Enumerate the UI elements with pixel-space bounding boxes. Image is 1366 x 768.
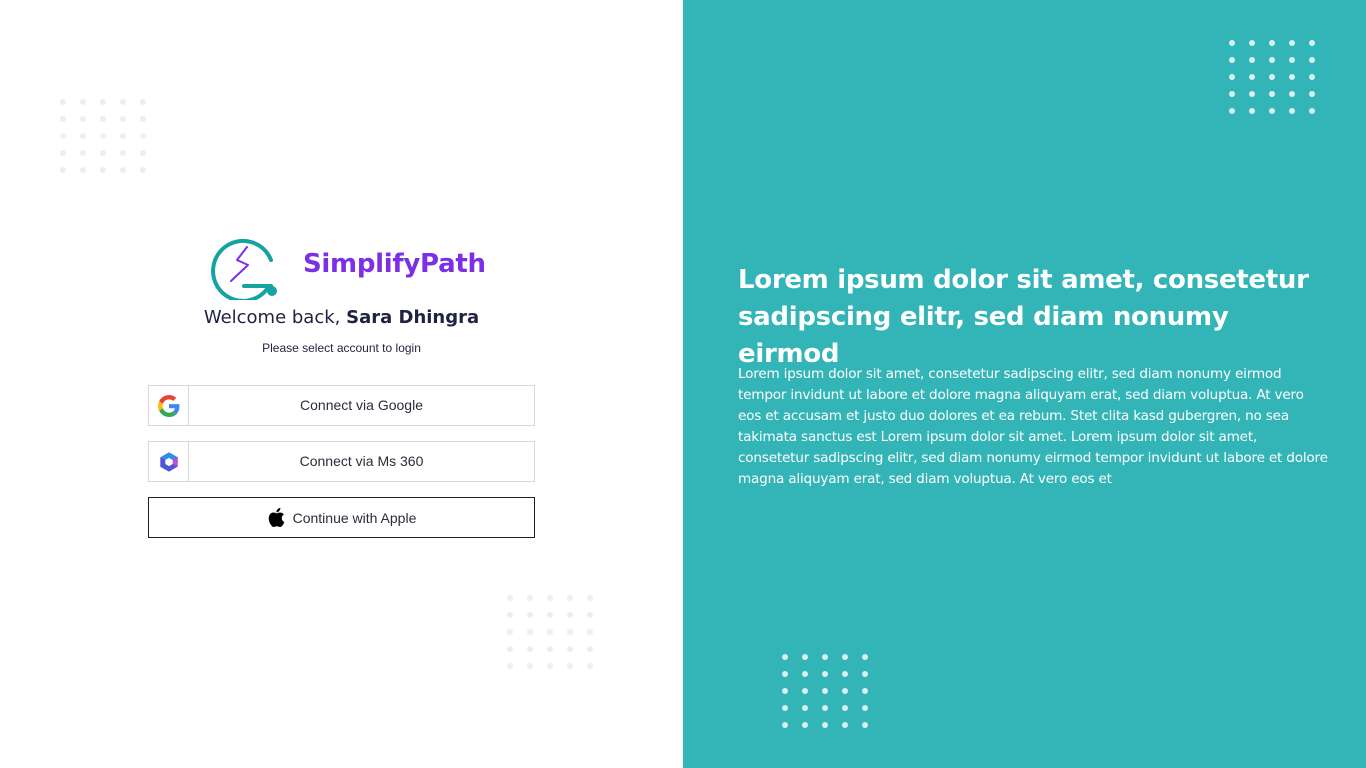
google-icon-cell (149, 386, 189, 425)
continue-apple-label: Continue with Apple (292, 509, 417, 526)
welcome-prefix: Welcome back, (203, 307, 347, 328)
user-name: Sara Dhingra (346, 307, 480, 328)
connect-google-label: Connect via Google (300, 397, 423, 413)
dot-pattern-decoration (507, 595, 593, 669)
welcome-heading: Welcome back, Sara Dhingra (148, 307, 535, 328)
login-panel: SimplifyPath Welcome back, Sara Dhingra … (0, 0, 683, 768)
connect-ms365-button[interactable]: Connect via Ms 360 (148, 441, 535, 482)
brand-name: SimplifyPath (303, 249, 486, 279)
simplifypath-logo-icon (211, 238, 277, 300)
promo-body: Lorem ipsum dolor sit amet, consetetur s… (738, 366, 1328, 487)
login-subtitle: Please select account to login (262, 341, 421, 355)
dot-pattern-decoration (60, 99, 146, 173)
promo-headline: Lorem ipsum dolor sit amet, consetetur s… (738, 265, 1309, 369)
continue-apple-button[interactable]: Continue with Apple (148, 497, 535, 538)
connect-google-button[interactable]: Connect via Google (148, 385, 535, 426)
apple-icon (268, 507, 284, 528)
dot-pattern-decoration (782, 654, 868, 728)
microsoft-365-icon-cell (149, 442, 189, 481)
dot-pattern-decoration (1229, 40, 1315, 114)
brand-logo: SimplifyPath (208, 230, 488, 300)
connect-ms365-label: Connect via Ms 360 (299, 453, 424, 469)
google-icon (157, 394, 179, 417)
microsoft-365-icon (159, 451, 178, 472)
